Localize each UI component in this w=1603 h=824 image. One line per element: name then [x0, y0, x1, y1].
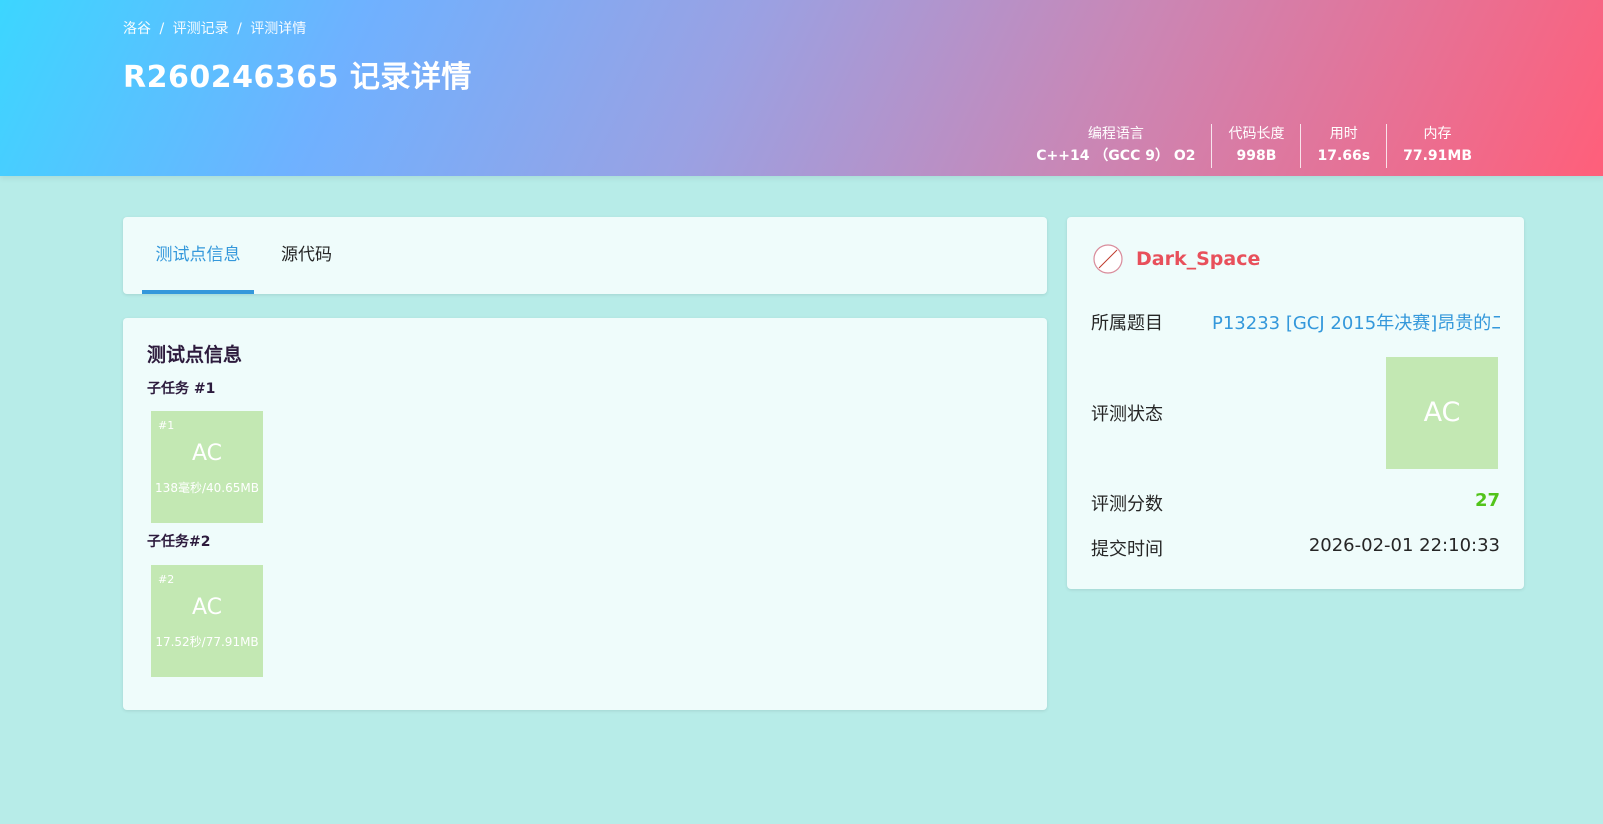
test-case-meta: 138毫秒/40.65MB — [155, 481, 259, 495]
stat-label: 代码长度 — [1228, 126, 1285, 142]
username-link[interactable]: Dark_Space — [1136, 248, 1260, 270]
test-info-card: 测试点信息 子任务 #1 #1 AC 138毫秒/40.65MB 子任务#2 #… — [123, 318, 1047, 710]
avatar-icon[interactable] — [1093, 244, 1123, 274]
tabs-card: 测试点信息 源代码 — [123, 217, 1047, 294]
test-case-status: AC — [191, 441, 223, 466]
stat-value: 17.66s — [1317, 148, 1371, 164]
status-label: 评测状态 — [1091, 404, 1163, 425]
submit-time-label: 提交时间 — [1091, 539, 1163, 560]
breadcrumb-separator: / — [159, 21, 165, 37]
record-info-card: Dark_Space 所属题目 P13233 [GCJ 2015年决赛]昂贵的二… — [1067, 217, 1524, 589]
stat-language: 编程语言 C++14 （GCC 9） O2 — [1020, 124, 1211, 168]
breadcrumb: 洛谷 / 评测记录 / 评测详情 — [123, 18, 310, 38]
problem-label: 所属题目 — [1091, 313, 1163, 334]
stat-time: 用时 17.66s — [1300, 124, 1386, 168]
score-value: 27 — [1474, 490, 1500, 511]
subtask-title: 子任务 #1 — [147, 381, 216, 397]
test-case-meta: 17.52秒/77.91MB — [155, 635, 259, 649]
page-header: 洛谷 / 评测记录 / 评测详情 R260246365 记录详情 编程语言 C+… — [0, 0, 1603, 176]
breadcrumb-separator: / — [237, 21, 242, 37]
stat-label: 用时 — [1329, 126, 1358, 142]
breadcrumb-current: 评测详情 — [250, 21, 307, 37]
stat-label: 编程语言 — [1087, 126, 1144, 142]
score-label: 评测分数 — [1091, 494, 1163, 515]
status-badge: AC — [1386, 357, 1498, 469]
breadcrumb-home-link[interactable]: 洛谷 — [123, 21, 151, 37]
test-case-box[interactable]: #2 AC 17.52秒/77.91MB — [151, 565, 263, 677]
test-case-status: AC — [191, 595, 223, 620]
stat-memory: 内存 77.91MB — [1386, 124, 1488, 168]
stat-label: 内存 — [1423, 126, 1452, 142]
test-case-box[interactable]: #1 AC 138毫秒/40.65MB — [151, 411, 263, 523]
stat-value: C++14 （GCC 9） O2 — [1036, 148, 1196, 164]
section-title: 测试点信息 — [147, 344, 243, 366]
stat-code-length: 代码长度 998B — [1211, 124, 1300, 168]
tab-source-code[interactable]: 源代码 — [281, 217, 332, 294]
stat-value: 998B — [1236, 148, 1277, 164]
record-stats: 编程语言 C++14 （GCC 9） O2 代码长度 998B 用时 17.66… — [1020, 124, 1488, 168]
subtask-title: 子任务#2 — [147, 534, 211, 550]
submit-time-value: 2026-02-01 22:10:33 — [1308, 535, 1500, 556]
breadcrumb-records-link[interactable]: 评测记录 — [173, 21, 229, 37]
test-case-number: #1 — [158, 419, 175, 432]
stat-value: 77.91MB — [1403, 148, 1472, 164]
page-title: R260246365 记录详情 — [123, 60, 472, 95]
tab-test-info[interactable]: 测试点信息 — [142, 217, 254, 294]
problem-link[interactable]: P13233 [GCJ 2015年决赛]昂贵的二 — [1212, 309, 1500, 335]
test-case-number: #2 — [158, 573, 175, 586]
